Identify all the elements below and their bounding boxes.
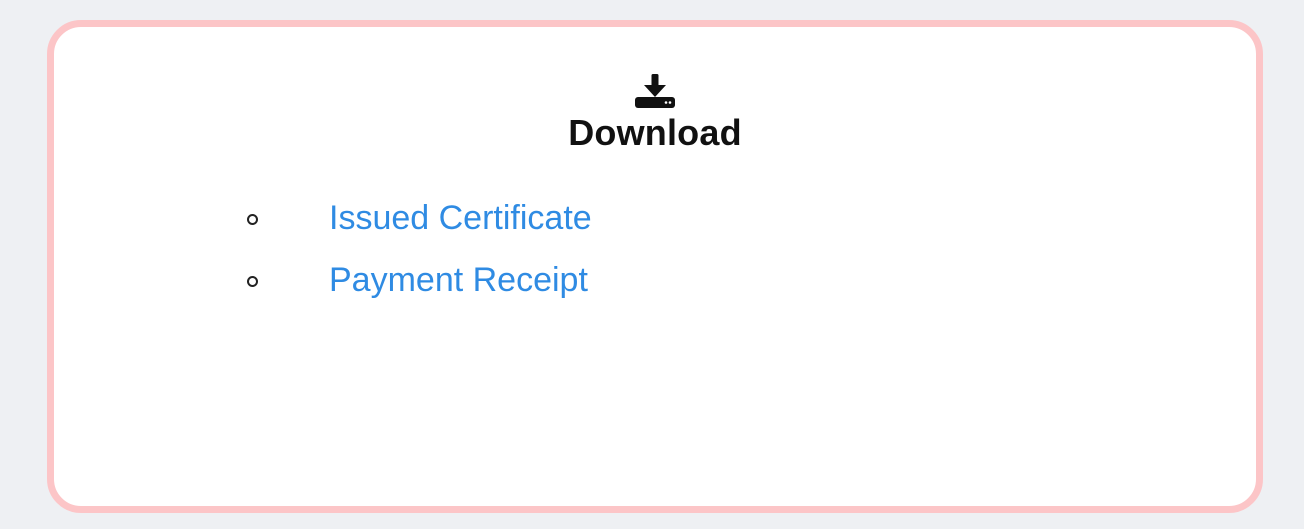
page: Download Issued Certificate Payment Rece… <box>0 0 1304 529</box>
bullet-icon <box>247 214 258 225</box>
issued-certificate-link[interactable]: Issued Certificate <box>329 199 592 237</box>
card-header: Download <box>54 72 1256 154</box>
download-links-list: Issued Certificate Payment Receipt <box>247 195 592 319</box>
bullet-icon <box>247 276 258 287</box>
list-item: Issued Certificate <box>247 195 592 257</box>
download-icon <box>635 74 675 108</box>
list-item: Payment Receipt <box>247 257 592 319</box>
payment-receipt-link[interactable]: Payment Receipt <box>329 261 588 299</box>
download-card: Download Issued Certificate Payment Rece… <box>47 20 1263 513</box>
card-title: Download <box>568 112 742 153</box>
